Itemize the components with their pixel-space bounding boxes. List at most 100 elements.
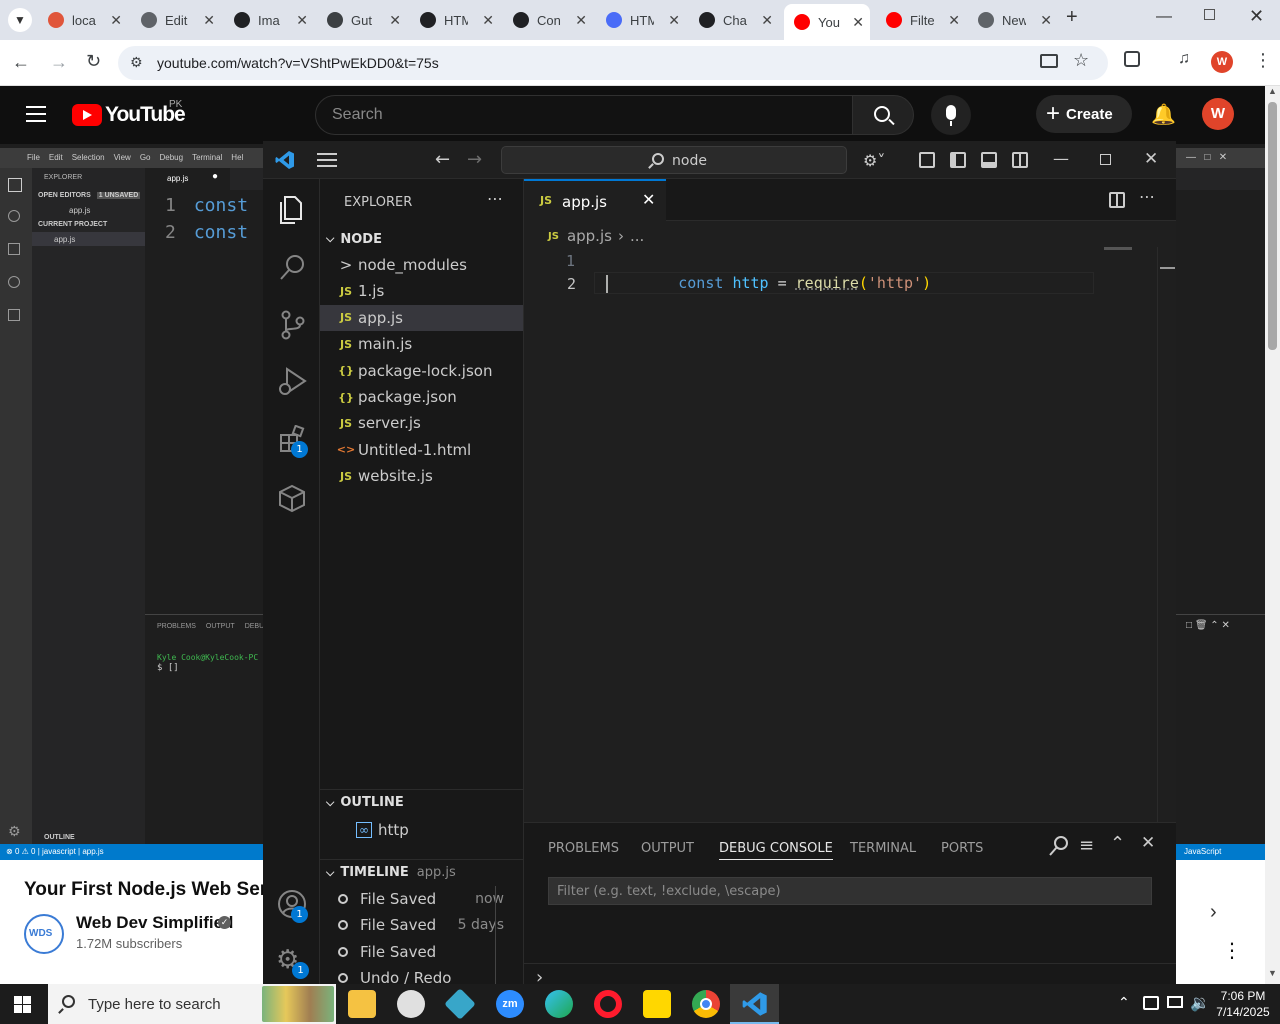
accounts-activity-icon[interactable]: 1	[277, 889, 308, 923]
back-icon[interactable]: ←	[12, 52, 30, 73]
browser-tab[interactable]: HTM ✕	[596, 6, 686, 34]
site-info-icon[interactable]: ⚙	[130, 54, 143, 71]
breadcrumb-symbol[interactable]: ...	[630, 227, 644, 245]
install-app-icon[interactable]	[1040, 54, 1058, 68]
go-back-icon[interactable]: ←	[435, 149, 450, 170]
bookmark-star-icon[interactable]: ☆	[1073, 50, 1089, 71]
profile-avatar[interactable]: W	[1211, 51, 1233, 73]
folder-node-header[interactable]: ⌵ NODE	[320, 226, 523, 252]
opera-app-icon[interactable]	[594, 990, 622, 1018]
file-item[interactable]: {} package-lock.json	[320, 358, 523, 384]
paint-app-icon[interactable]	[397, 990, 425, 1018]
youtube-avatar[interactable]: W	[1202, 98, 1234, 130]
explorer-more-actions-icon[interactable]: ⋯	[487, 189, 504, 208]
timeline-item[interactable]: File Saved	[320, 939, 510, 965]
timeline-item[interactable]: Undo / Redo	[320, 965, 510, 984]
close-panel-icon[interactable]: ✕	[1141, 833, 1155, 853]
close-tab-icon[interactable]: ✕	[668, 12, 680, 29]
split-editor-icon[interactable]	[1109, 192, 1125, 208]
timeline-item[interactable]: File Saved now	[320, 886, 510, 912]
clear-console-icon[interactable]: ≡	[1079, 835, 1094, 856]
code-line-1[interactable]: 1 const http = require('http')	[524, 250, 1124, 292]
copilot-icon[interactable]: ⚙˅	[863, 151, 885, 170]
timeline-item[interactable]: File Saved 5 days	[320, 912, 510, 938]
youtube-logo[interactable]: YouTube	[72, 103, 186, 127]
close-tab-icon[interactable]: ✕	[852, 14, 864, 31]
vscode-taskbar-button[interactable]	[730, 984, 779, 1024]
taskbar-search-box[interactable]: Type here to search	[48, 984, 336, 1024]
customize-layout-icon[interactable]	[919, 152, 935, 168]
file-item[interactable]: JS main.js	[320, 331, 523, 357]
panel-tab[interactable]: PORTS	[941, 841, 983, 856]
file-item[interactable]: > node_modules	[320, 252, 523, 278]
create-button[interactable]: + Create	[1036, 95, 1132, 133]
browser-tab[interactable]: Con ✕	[503, 6, 593, 34]
editor-tab-app-js[interactable]: JS app.js ✕	[524, 179, 666, 221]
editor-more-actions-icon[interactable]: ⋯	[1139, 187, 1155, 206]
close-tab-icon[interactable]: ✕	[1040, 12, 1052, 29]
manage-gear-icon[interactable]: ⚙ 1	[276, 945, 309, 979]
browser-menu-icon[interactable]: ⋮	[1254, 50, 1272, 71]
extensions-icon[interactable]	[1124, 51, 1140, 67]
display-icon[interactable]	[1167, 996, 1183, 1008]
debug-console-filter-input[interactable]: Filter (e.g. text, !exclude, \escape)	[548, 877, 1152, 905]
browser-tab[interactable]: Edit ✕	[131, 6, 221, 34]
show-hidden-icons-chevron[interactable]: ⌃	[1118, 994, 1130, 1011]
vscode-maximize-button[interactable]	[1100, 154, 1111, 165]
toggle-secondary-sidebar-icon[interactable]	[1012, 152, 1028, 168]
remote-explorer-activity-icon[interactable]	[277, 483, 307, 517]
breadcrumb-file[interactable]: app.js	[567, 227, 612, 245]
youtube-search-box[interactable]: Search	[315, 95, 853, 135]
file-item[interactable]: {} package.json	[320, 384, 523, 410]
reload-icon[interactable]: ↻	[86, 51, 101, 72]
close-tab-icon[interactable]: ✕	[296, 12, 308, 29]
close-window-button[interactable]: ✕	[1249, 6, 1264, 27]
file-item[interactable]: JS 1.js	[320, 278, 523, 304]
close-tab-icon[interactable]: ✕	[948, 12, 960, 29]
url-text[interactable]: youtube.com/watch?v=VShtPwEkDD0&t=75s	[157, 55, 439, 71]
vscode-close-button[interactable]: ✕	[1144, 149, 1158, 169]
panel-tab[interactable]: TERMINAL	[850, 841, 916, 856]
close-tab-icon[interactable]: ✕	[575, 12, 587, 29]
file-explorer-app-icon[interactable]	[348, 990, 376, 1018]
channel-name[interactable]: Web Dev Simplified	[76, 913, 233, 933]
close-tab-icon[interactable]: ✕	[761, 12, 773, 29]
media-controls-icon[interactable]: ♫	[1178, 50, 1190, 68]
forward-icon[interactable]: →	[50, 52, 68, 73]
chrome-app-icon[interactable]	[692, 990, 720, 1018]
code-line-2[interactable]: 2	[567, 272, 1094, 294]
panel-tab[interactable]: DEBUG CONSOLE	[719, 841, 833, 860]
outline-item[interactable]: ∞ http	[320, 817, 523, 843]
close-tab-icon[interactable]: ✕	[482, 12, 494, 29]
browser-tab[interactable]: You ✕	[784, 4, 870, 40]
toggle-primary-sidebar-icon[interactable]	[950, 152, 966, 168]
application-menu-icon[interactable]	[317, 153, 337, 167]
minimize-window-button[interactable]: —	[1156, 8, 1172, 26]
cube-app-icon[interactable]	[444, 988, 476, 1020]
source-control-activity-icon[interactable]	[279, 309, 307, 345]
zoom-app-icon[interactable]: zm	[496, 990, 524, 1018]
search-activity-icon[interactable]	[279, 253, 307, 287]
browser-tab[interactable]: Gut ✕	[317, 6, 407, 34]
file-item[interactable]: JS server.js	[320, 410, 523, 436]
new-tab-button[interactable]: +	[1066, 6, 1078, 29]
explorer-activity-icon[interactable]	[277, 195, 302, 224]
browser-tab[interactable]: Ima ✕	[224, 6, 314, 34]
outline-header[interactable]: ⌵ OUTLINE	[320, 789, 523, 815]
browser-tab[interactable]: Filte ✕	[876, 6, 966, 34]
volume-icon[interactable]: 🔉	[1190, 993, 1210, 1013]
restore-window-button[interactable]	[1204, 9, 1215, 20]
go-forward-icon[interactable]: →	[467, 149, 482, 170]
edge-app-icon[interactable]	[545, 990, 573, 1018]
browser-tab[interactable]: loca ✕	[38, 6, 128, 34]
network-icon[interactable]	[1143, 996, 1159, 1010]
close-tab-icon[interactable]: ✕	[389, 12, 401, 29]
voice-search-button[interactable]	[931, 95, 971, 135]
youtube-search-button[interactable]	[852, 95, 914, 135]
clock[interactable]: 7:06 PM 7/14/2025	[1213, 988, 1273, 1020]
channel-avatar[interactable]: WDS	[24, 914, 64, 954]
console-input-prompt-icon[interactable]: ›	[536, 967, 543, 984]
hamburger-menu-icon[interactable]	[26, 106, 46, 122]
command-center[interactable]: node	[501, 146, 847, 174]
timeline-header[interactable]: ⌵ TIMELINE app.js	[320, 859, 523, 885]
